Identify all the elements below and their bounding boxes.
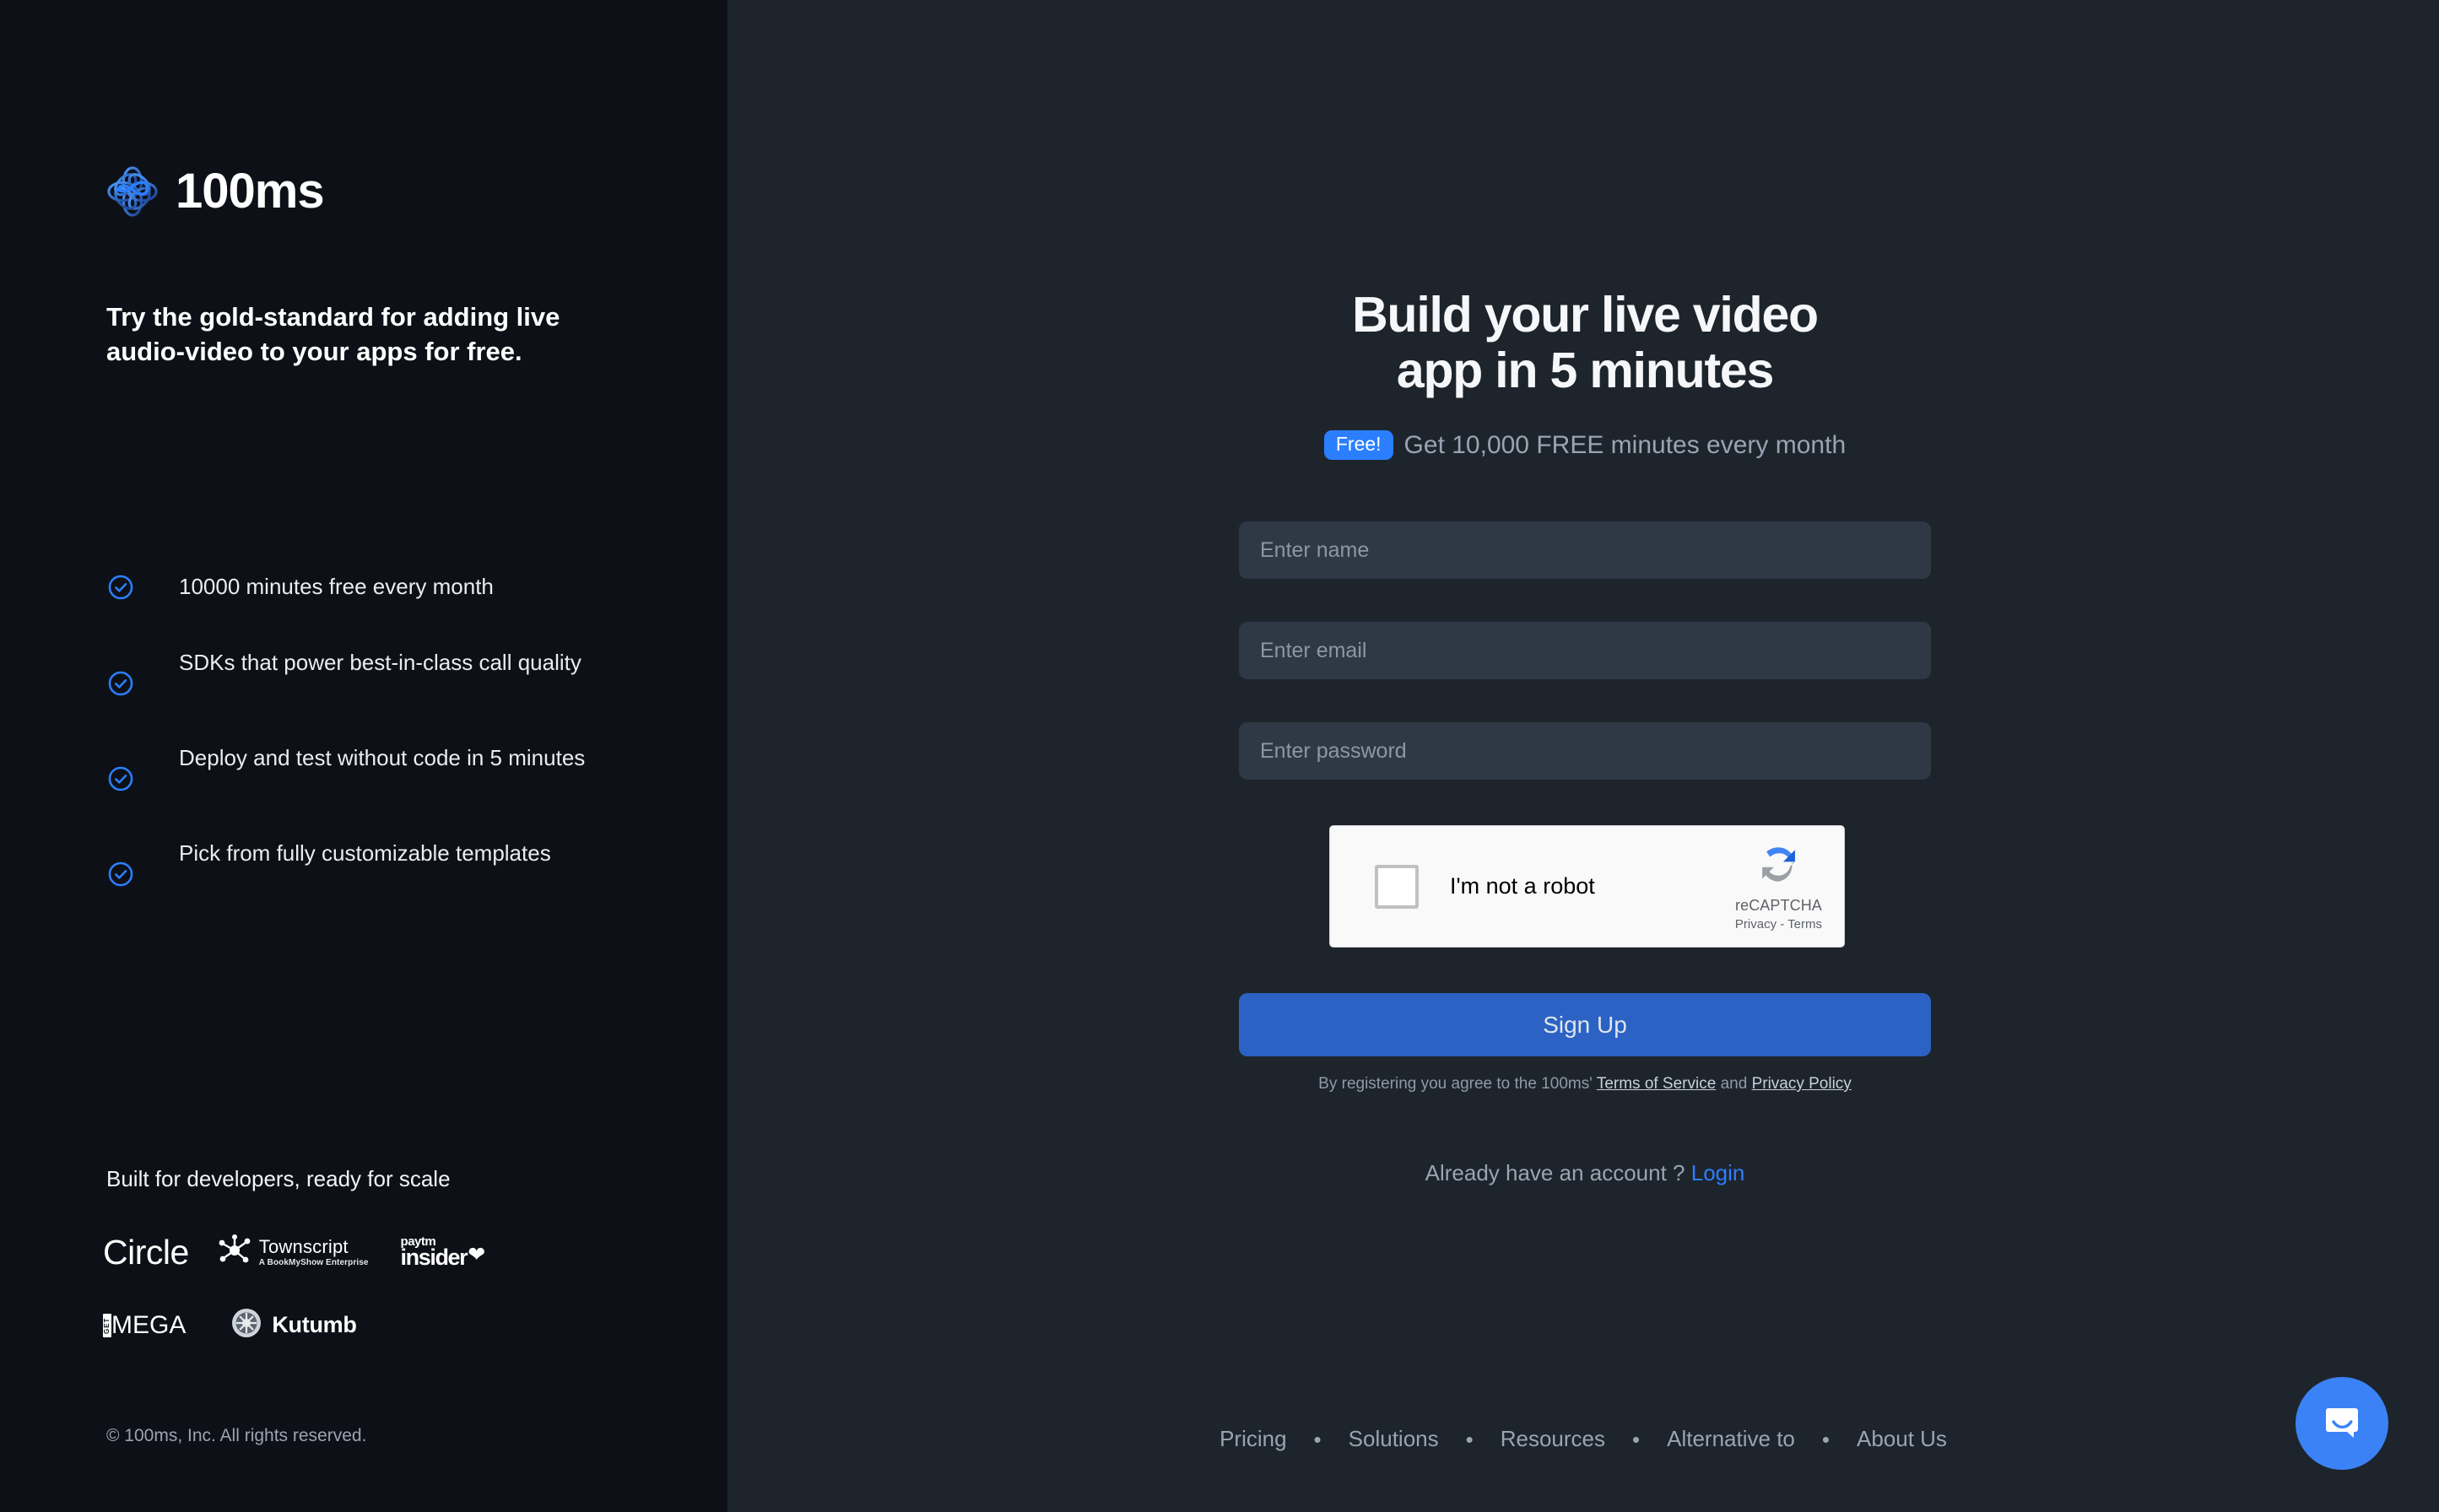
flower-knot-logo-icon	[106, 165, 159, 218]
getmega-logo: GET MEGA	[103, 1310, 187, 1339]
recaptcha-branding: reCAPTCHA Privacy - Terms	[1735, 840, 1822, 932]
check-circle-icon	[106, 669, 135, 698]
paytm-insider-logo: paytm insider ❤	[400, 1236, 486, 1271]
footer-separator: •	[1313, 1426, 1322, 1452]
feature-label: SDKs that power best-in-class call quali…	[179, 650, 581, 676]
getmega-name: MEGA	[111, 1310, 187, 1339]
right-signup-panel: Build your live video app in 5 minutes F…	[727, 0, 2439, 1512]
recaptcha-widget[interactable]: I'm not a robot reCAPTCHA Privacy - Term…	[1329, 825, 1845, 948]
list-item: Pick from fully customizable templates	[106, 837, 646, 888]
social-proof-heading: Built for developers, ready for scale	[106, 1166, 451, 1191]
check-circle-icon	[106, 860, 135, 888]
circle-logo: Circle	[103, 1233, 189, 1272]
footer-link-alternative-to[interactable]: Alternative to	[1667, 1426, 1795, 1452]
recaptcha-brand-name: reCAPTCHA	[1735, 897, 1822, 915]
check-circle-icon	[106, 573, 135, 602]
footer-navigation: Pricing • Solutions • Resources • Altern…	[727, 1426, 2439, 1452]
signup-page: 100ms Try the gold-standard for adding l…	[0, 0, 2439, 1512]
login-prompt-text: Already have an account ?	[1425, 1160, 1691, 1186]
feature-label: 10000 minutes free every month	[179, 574, 494, 599]
recaptcha-arrows-icon	[1755, 840, 1803, 893]
kutumb-logo: Kutumb	[231, 1308, 357, 1342]
login-prompt: Already have an account ? Login	[1239, 1160, 1931, 1186]
kutumb-globe-icon	[231, 1308, 262, 1342]
offer-text: Get 10,000 FREE minutes every month	[1403, 430, 1847, 459]
terms-of-service-link[interactable]: Terms of Service	[1597, 1075, 1716, 1093]
status-badge: Free!	[1323, 430, 1393, 461]
chat-widget-button[interactable]	[2296, 1377, 2388, 1470]
offer-subheading: Free! Get 10,000 FREE minutes every mont…	[1239, 430, 1931, 461]
list-item: SDKs that power best-in-class call quali…	[106, 646, 646, 698]
marketing-tagline: Try the gold-standard for adding live au…	[106, 302, 560, 367]
customer-logos-row-2: GET MEGA Kutumb	[103, 1308, 357, 1342]
footer-link-solutions[interactable]: Solutions	[1349, 1426, 1439, 1452]
recaptcha-checkbox[interactable]	[1375, 864, 1419, 909]
list-item: Deploy and test without code in 5 minute…	[106, 742, 646, 793]
terms-conjunction: and	[1716, 1075, 1752, 1094]
townscript-logo: Townscript A BookMyShow Enterprise	[216, 1232, 369, 1273]
footer-link-resources[interactable]: Resources	[1501, 1426, 1605, 1452]
email-input[interactable]	[1239, 622, 1931, 680]
check-circle-icon	[106, 764, 135, 793]
getmega-prefix: GET	[103, 1313, 111, 1337]
terms-prefix: By registering you agree to the 100ms'	[1318, 1075, 1597, 1094]
recaptcha-terms-link[interactable]: Privacy - Terms	[1735, 917, 1822, 932]
privacy-policy-link[interactable]: Privacy Policy	[1752, 1075, 1852, 1093]
feature-label: Deploy and test without code in 5 minute…	[179, 745, 586, 771]
footer-link-about-us[interactable]: About Us	[1857, 1426, 1947, 1452]
kutumb-name: Kutumb	[272, 1312, 357, 1337]
footer-separator: •	[1632, 1426, 1641, 1452]
customer-logos-row-1: Circle Townscript A BookMyShow Enterpris…	[103, 1232, 485, 1273]
insider-word: insider	[400, 1245, 468, 1271]
signup-form: I'm not a robot reCAPTCHA Privacy - Term…	[1239, 521, 1931, 1186]
copyright-text: © 100ms, Inc. All rights reserved.	[106, 1426, 367, 1445]
townscript-subtitle: A BookMyShow Enterprise	[258, 1258, 369, 1268]
list-item: 10000 minutes free every month	[106, 570, 646, 602]
signup-form-container: Build your live video app in 5 minutes F…	[1239, 287, 1931, 1186]
brand-name: 100ms	[176, 164, 325, 219]
login-link[interactable]: Login	[1691, 1160, 1745, 1185]
password-input[interactable]	[1239, 722, 1931, 780]
footer-separator: •	[1821, 1426, 1830, 1452]
feature-list: 10000 minutes free every month SDKs that…	[106, 570, 646, 888]
left-marketing-panel: 100ms Try the gold-standard for adding l…	[0, 0, 727, 1512]
page-title: Build your live video app in 5 minutes	[1352, 287, 1819, 399]
sign-up-button[interactable]: Sign Up	[1239, 993, 1931, 1057]
brand-logo-lockup[interactable]: 100ms	[106, 164, 325, 219]
name-input[interactable]	[1239, 521, 1931, 580]
footer-link-pricing[interactable]: Pricing	[1220, 1426, 1286, 1452]
terms-agreement-text: By registering you agree to the 100ms' T…	[1239, 1075, 1931, 1094]
footer-separator: •	[1465, 1426, 1474, 1452]
recaptcha-label: I'm not a robot	[1450, 873, 1595, 899]
heart-icon: ❤	[468, 1242, 486, 1266]
feature-label: Pick from fully customizable templates	[179, 840, 551, 867]
townscript-node-icon	[216, 1232, 253, 1273]
chat-bubble-smile-icon	[2317, 1398, 2366, 1450]
townscript-name: Townscript	[258, 1235, 349, 1257]
